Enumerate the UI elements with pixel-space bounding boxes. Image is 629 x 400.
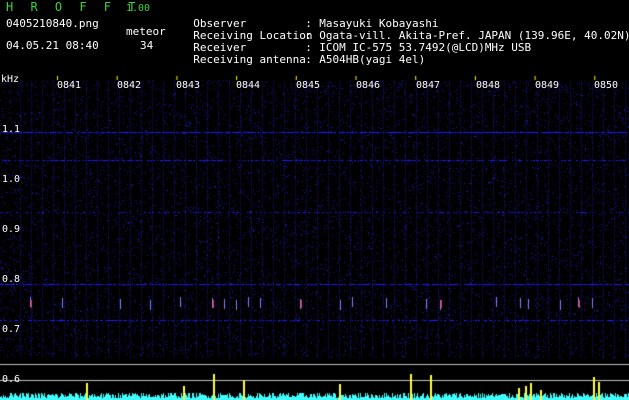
info-key: Receiving antenna xyxy=(193,53,306,66)
freq-tick-label: 0.8 xyxy=(2,274,21,285)
file-name: 0405210840.png xyxy=(6,17,99,30)
time-label: 0841 xyxy=(57,80,82,91)
time-label: 0843 xyxy=(176,80,201,91)
freq-tick-label: 1.0 xyxy=(2,174,21,185)
time-label: 0847 xyxy=(416,80,441,91)
freq-tick-label: 0.6 xyxy=(2,374,21,385)
spectrogram-waterfall xyxy=(0,72,629,400)
time-label: 0844 xyxy=(236,80,261,91)
time-label: 0846 xyxy=(356,80,381,91)
meteor-count-value: 34 xyxy=(140,39,154,52)
freq-tick-label: 0.9 xyxy=(2,224,21,235)
app-version: 1.00 xyxy=(126,3,151,14)
capture-datetime: 04.05.21 08:40 xyxy=(6,39,99,52)
info-value: A504HB(yagi 4el) xyxy=(319,53,426,66)
freq-tick-label: 1.1 xyxy=(2,124,21,135)
app-title: H R O F F T xyxy=(6,0,141,14)
info-row-antenna: Receiving antenna: A504HB(yagi 4el) xyxy=(180,40,425,66)
meteor-count-label: meteor xyxy=(126,25,166,38)
time-label: 0848 xyxy=(476,80,501,91)
time-label: 0842 xyxy=(117,80,142,91)
info-separator: : xyxy=(305,53,312,66)
time-label: 0845 xyxy=(296,80,321,91)
freq-tick-label: 0.7 xyxy=(2,324,21,335)
time-label: 0849 xyxy=(535,80,560,91)
freq-unit-label: kHz xyxy=(1,74,20,85)
time-label: 0850 xyxy=(594,80,619,91)
